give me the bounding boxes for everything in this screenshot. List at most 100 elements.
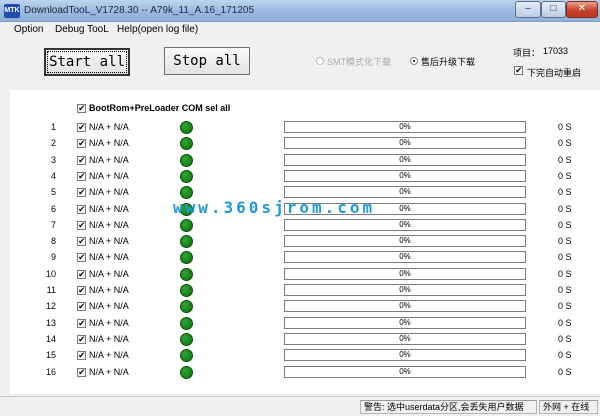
row-number: 13 [46,317,57,328]
stop-all-button[interactable]: Stop all [164,47,250,75]
port-row: 2 N/A + N/A 0% 0 S [10,136,600,152]
row-number: 15 [46,350,57,361]
progress-bar: 0% [284,235,526,248]
row-port-label: N/A + N/A [89,333,129,344]
row-time: 0 S [558,170,572,181]
progress-text: 0% [399,154,411,164]
auto-reboot-label: 下完自动重启 [527,68,582,78]
row-time: 0 S [558,317,572,328]
title-bar[interactable]: MTK DownloadTooL_V1728.30 -- A79k_11_A.1… [0,0,600,22]
select-all-checkbox[interactable] [77,103,86,114]
row-number: 12 [46,301,57,312]
menu-debug-tool[interactable]: Debug TooL [55,24,109,35]
port-row: 12 N/A + N/A 0% 0 S [10,299,600,315]
row-checkbox[interactable] [77,269,86,280]
row-checkbox[interactable] [77,334,86,345]
row-time: 0 S [558,366,572,377]
status-dot-icon [180,365,193,379]
mode-factory-radio[interactable] [316,57,324,65]
row-port-label: N/A + N/A [89,154,129,165]
row-port-label: N/A + N/A [89,285,129,295]
status-dot-icon [180,121,193,134]
progress-text: 0% [399,301,411,311]
minimize-button[interactable]: – [515,1,541,18]
row-time: 0 S [558,252,572,263]
port-row: 15 N/A + N/A 0% 0 S [10,348,600,364]
row-checkbox[interactable] [77,204,86,215]
row-checkbox[interactable] [77,138,86,149]
status-network: 外网 + 在线 [539,400,598,414]
progress-text: 0% [399,317,411,327]
row-port-label: N/A + N/A [89,317,129,328]
project-label: 项目： [513,48,541,58]
row-checkbox[interactable] [77,318,86,329]
status-dot-icon [180,137,193,151]
menu-help[interactable]: Help(open log file) [117,24,198,35]
status-dot-icon [180,251,193,265]
progress-bar: 0% [284,316,526,329]
row-checkbox[interactable] [77,171,86,182]
row-checkbox[interactable] [77,236,86,247]
row-port-label: N/A + N/A [89,268,129,279]
row-checkbox[interactable] [77,367,86,378]
progress-bar: 0% [284,300,526,313]
port-row: 9 N/A + N/A 0% 0 S [10,250,600,266]
start-all-button[interactable]: Start all [44,48,130,76]
row-number: 1 [50,122,56,132]
maximize-button[interactable]: □ [541,1,566,18]
row-checkbox[interactable] [77,285,86,296]
window-title: DownloadTooL_V1728.30 -- A79k_11_A.16_17… [24,5,254,16]
status-warning: 警告: 选中userdata分区,会丢失用户数据 [360,400,537,414]
menu-option[interactable]: Option [14,24,43,35]
row-time: 0 S [558,219,572,230]
port-row: 16 N/A + N/A 0% 0 S [10,365,600,381]
status-dot-icon [180,169,193,183]
status-dot-icon [180,267,193,281]
progress-bar: 0% [284,267,526,280]
mode-after-sales-radio[interactable] [410,57,418,65]
auto-reboot-checkbox[interactable] [514,65,523,76]
row-port-label: N/A + N/A [89,187,129,198]
row-time: 0 S [558,122,572,132]
row-port-label: N/A + N/A [89,236,129,247]
status-dot-icon [180,300,193,314]
row-time: 0 S [558,268,572,279]
row-checkbox[interactable] [77,122,86,133]
row-checkbox[interactable] [77,350,86,361]
status-dot-icon [180,284,193,297]
progress-text: 0% [399,350,411,360]
row-number: 9 [50,252,56,263]
row-checkbox[interactable] [77,220,86,231]
row-checkbox[interactable] [77,187,86,198]
progress-text: 0% [399,366,411,376]
row-port-label: N/A + N/A [89,203,129,214]
menu-bar: Option Debug TooL Help(open log file) [0,22,600,38]
status-dot-icon [180,153,193,167]
row-number: 8 [50,236,56,247]
progress-bar: 0% [284,137,526,150]
row-checkbox[interactable] [77,155,86,166]
mode-factory-label: SMT模式化下载 [327,57,391,67]
row-port-label: N/A + N/A [89,366,129,377]
mode-after-sales-label: 售后升级下载 [421,57,476,67]
row-port-label: N/A + N/A [89,138,129,149]
row-port-label: N/A + N/A [89,219,129,230]
download-tool-window: MTK DownloadTooL_V1728.30 -- A79k_11_A.1… [0,0,600,416]
port-row: 7 N/A + N/A 0% 0 S [10,218,600,234]
status-dot-icon [180,316,193,330]
close-button[interactable]: ✕ [566,1,598,18]
progress-text: 0% [399,268,411,278]
progress-text: 0% [399,236,411,246]
progress-bar: 0% [284,153,526,166]
progress-text: 0% [399,285,411,294]
progress-text: 0% [399,187,411,197]
status-dot-icon [180,218,193,232]
watermark: www.360sjrom.com [173,198,376,217]
row-checkbox[interactable] [77,301,86,312]
port-row: 14 N/A + N/A 0% 0 S [10,332,600,348]
progress-text: 0% [399,333,411,343]
row-time: 0 S [558,203,572,214]
project-value: 17033 [543,46,569,56]
progress-text: 0% [399,122,411,131]
row-checkbox[interactable] [77,252,86,263]
